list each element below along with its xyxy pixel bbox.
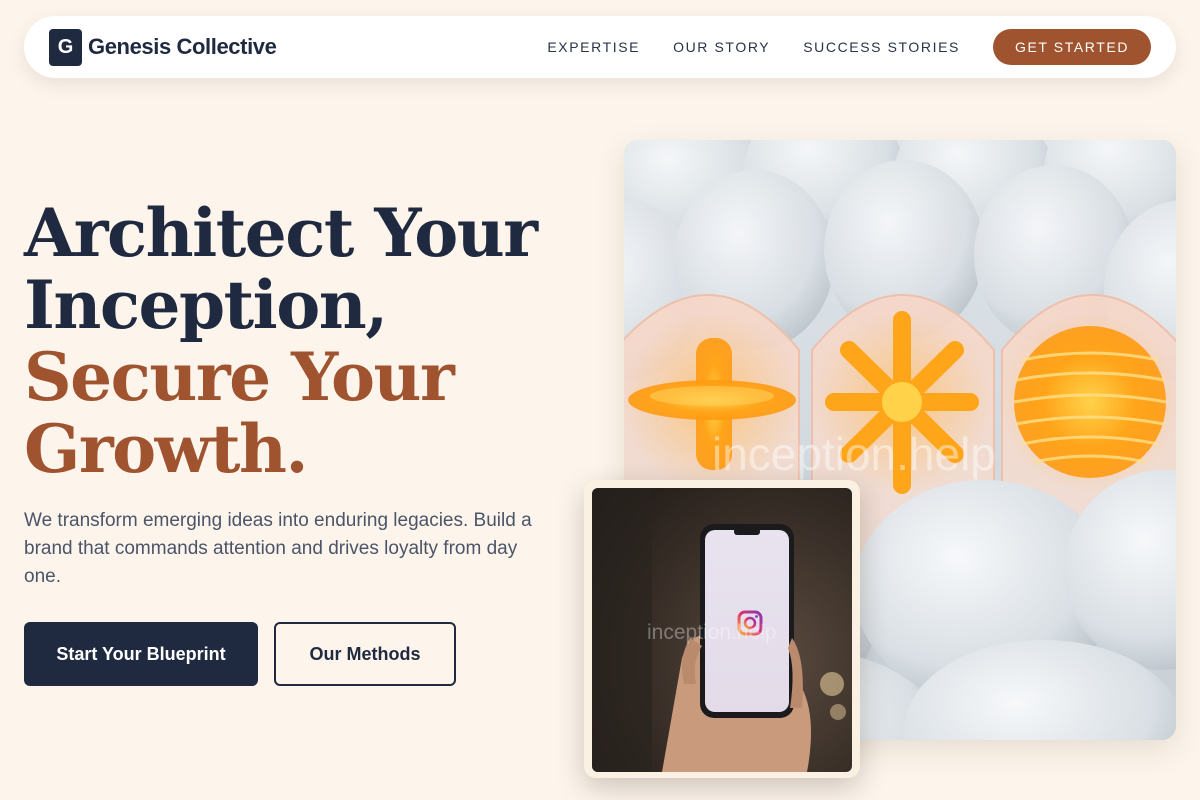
- nav-link-expertise[interactable]: EXPERTISE: [547, 39, 640, 55]
- logo-mark: G: [49, 28, 82, 66]
- phone-watermark-text: inception.help: [647, 621, 777, 644]
- brand[interactable]: G Genesis Collective: [49, 28, 277, 66]
- nav-link-our-story[interactable]: OUR STORY: [673, 39, 770, 55]
- hero-subtext: We transform emerging ideas into endurin…: [24, 510, 532, 587]
- nav-link-success-stories[interactable]: SUCCESS STORIES: [803, 39, 960, 55]
- top-nav: G Genesis Collective EXPERTISE OUR STORY…: [24, 16, 1176, 78]
- phone-image-card: inception.help: [584, 480, 860, 778]
- get-started-button[interactable]: GET STARTED: [993, 29, 1151, 65]
- headline-line-1: Architect Your: [24, 194, 538, 272]
- headline-line-3: Secure Your: [24, 338, 455, 416]
- headline-line-2: Inception,: [24, 266, 388, 344]
- start-blueprint-button[interactable]: Start Your Blueprint: [24, 622, 258, 686]
- brand-name: Genesis Collective: [88, 34, 277, 59]
- nav-links: EXPERTISE OUR STORY SUCCESS STORIES GET …: [514, 29, 1151, 65]
- our-methods-button[interactable]: Our Methods: [274, 622, 456, 686]
- sphere-shape: [1013, 326, 1167, 478]
- watermark-text: inception.help: [712, 428, 996, 480]
- phone-photo: inception.help: [592, 488, 852, 772]
- headline-line-4: Growth.: [24, 410, 308, 488]
- hero-headline: Architect Your Inception, Secure Your Gr…: [24, 197, 584, 485]
